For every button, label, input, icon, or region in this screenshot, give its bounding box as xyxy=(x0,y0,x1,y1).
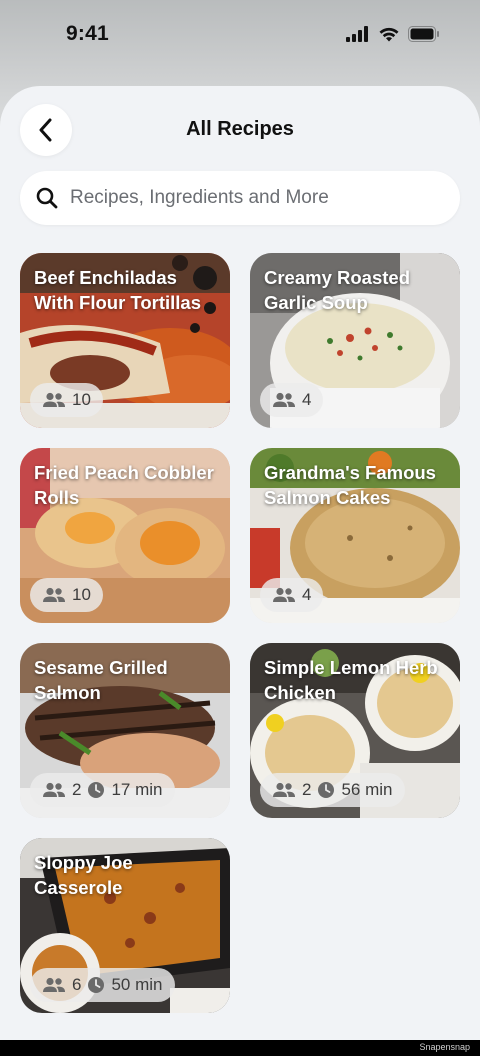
cook-time-value: 56 min xyxy=(341,780,393,799)
clock-icon xyxy=(88,977,105,993)
wifi-icon xyxy=(379,27,399,42)
recipe-card-sesame-salmon[interactable]: Sesame Grilled Salmon 2 17 min xyxy=(20,643,230,818)
servings: 2 xyxy=(272,780,311,800)
servings: 10 xyxy=(42,585,91,605)
recipe-card-lemon-herb-chicken[interactable]: Simple Lemon Herb Chicken 2 56 min xyxy=(250,643,460,818)
recipe-card-peach-cobbler-rolls[interactable]: Fried Peach Cobbler Rolls 10 xyxy=(20,448,230,623)
recipe-meta: 4 xyxy=(260,578,324,612)
clock-icon xyxy=(88,782,105,798)
people-icon xyxy=(43,977,65,992)
recipes-sheet: All Recipes Beef E xyxy=(0,86,480,1014)
servings-count: 2 xyxy=(72,780,82,799)
watermark: Snapensnap xyxy=(419,1042,470,1052)
cook-time-value: 50 min xyxy=(111,975,163,994)
servings-count: 6 xyxy=(72,975,82,994)
people-icon xyxy=(43,782,65,797)
servings: 4 xyxy=(272,390,311,410)
recipe-meta: 10 xyxy=(30,578,103,612)
recipe-meta: 2 56 min xyxy=(260,773,405,807)
recipe-title: Beef Enchiladas With Flour Tortillas xyxy=(34,267,202,313)
servings-count: 10 xyxy=(72,585,91,604)
cook-time: 56 min xyxy=(317,780,393,800)
cook-time: 50 min xyxy=(87,975,163,995)
search-icon xyxy=(36,187,58,209)
recipe-title: Sloppy Joe Casserole xyxy=(34,852,133,898)
search-input[interactable] xyxy=(70,187,430,209)
recipe-title: Sesame Grilled Salmon xyxy=(34,657,168,703)
recipe-meta: 2 17 min xyxy=(30,773,175,807)
status-bar: 9:41 xyxy=(0,0,480,72)
servings-count: 10 xyxy=(72,390,91,409)
servings: 10 xyxy=(42,390,91,410)
recipe-title: Creamy Roasted Garlic Soup xyxy=(264,267,411,313)
recipe-title: Fried Peach Cobbler Rolls xyxy=(34,462,214,508)
recipe-card-beef-enchiladas[interactable]: Beef Enchiladas With Flour Tortillas 10 xyxy=(20,253,230,428)
servings-count: 2 xyxy=(302,780,312,799)
search-bar[interactable] xyxy=(20,171,460,225)
recipe-card-sloppy-joe-casserole[interactable]: Sloppy Joe Casserole 6 50 min xyxy=(20,838,230,1013)
people-icon xyxy=(273,587,295,602)
recipe-meta: 10 xyxy=(30,383,103,417)
recipe-title: Simple Lemon Herb Chicken xyxy=(264,657,438,703)
bottom-strip xyxy=(0,1040,480,1056)
clock-icon xyxy=(318,782,335,798)
people-icon xyxy=(43,587,65,602)
status-icons xyxy=(346,26,440,42)
cellular-signal-icon xyxy=(346,26,368,42)
people-icon xyxy=(43,392,65,407)
servings-count: 4 xyxy=(302,390,312,409)
servings: 4 xyxy=(272,585,311,605)
servings: 6 xyxy=(42,975,81,995)
recipe-title: Grandma's Famous Salmon Cakes xyxy=(264,462,436,508)
cook-time-value: 17 min xyxy=(111,780,163,799)
recipe-card-salmon-cakes[interactable]: Grandma's Famous Salmon Cakes 4 xyxy=(250,448,460,623)
recipe-card-garlic-soup[interactable]: Creamy Roasted Garlic Soup 4 xyxy=(250,253,460,428)
recipe-meta: 4 xyxy=(260,383,324,417)
status-time: 9:41 xyxy=(66,22,109,45)
recipe-meta: 6 50 min xyxy=(30,968,175,1002)
cook-time: 17 min xyxy=(87,780,163,800)
people-icon xyxy=(273,392,295,407)
people-icon xyxy=(273,782,295,797)
servings-count: 4 xyxy=(302,585,312,604)
servings: 2 xyxy=(42,780,81,800)
sheet-header: All Recipes xyxy=(0,86,480,176)
battery-icon xyxy=(408,26,439,42)
page-title: All Recipes xyxy=(186,118,294,140)
